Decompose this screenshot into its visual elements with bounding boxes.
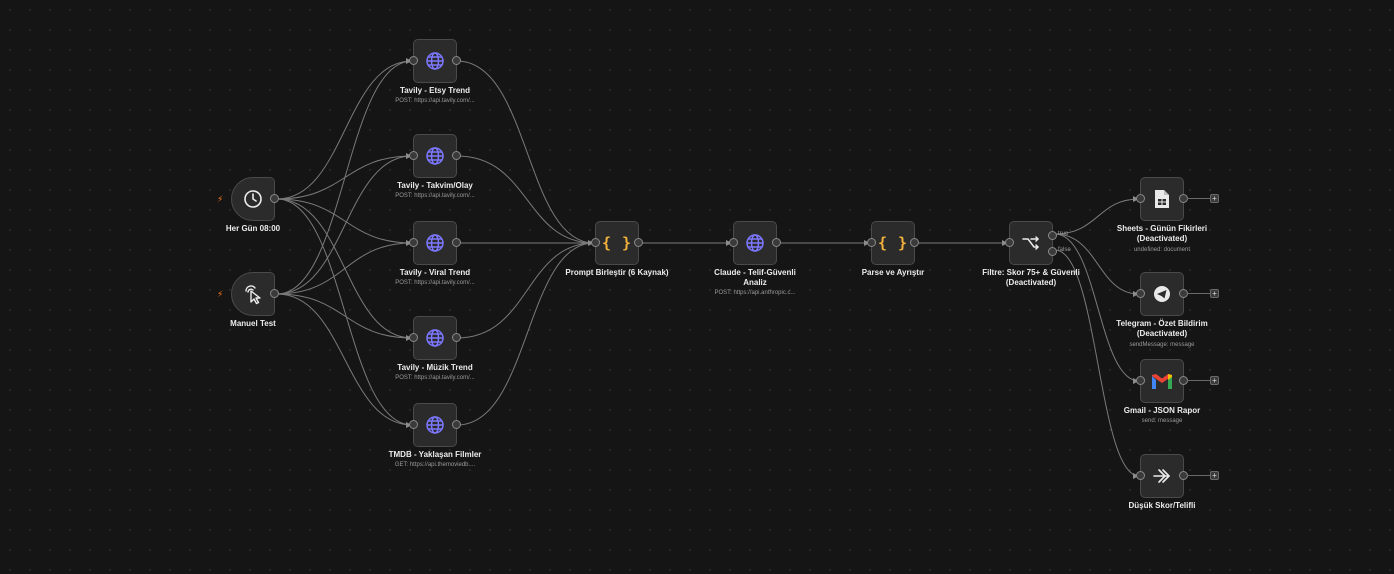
input-port[interactable] — [1136, 376, 1145, 385]
trigger-bolt-icon: ⚡ — [217, 194, 224, 204]
braces-icon: { } — [877, 234, 909, 252]
input-port[interactable] — [409, 333, 418, 342]
node-subtitle: POST: https://api.tavily.com/... — [395, 375, 475, 381]
add-node-button[interactable]: + — [1210, 194, 1219, 203]
braces-icon: { } — [601, 234, 633, 252]
output-label-true: true — [1058, 231, 1069, 237]
input-port[interactable] — [1136, 194, 1145, 203]
edge-manual-tmdb — [276, 293, 413, 426]
output-port[interactable] — [452, 420, 461, 429]
input-port[interactable] — [591, 238, 600, 247]
node-dusuk-skor[interactable] — [1136, 454, 1188, 498]
output-port[interactable] — [270, 289, 279, 298]
input-port[interactable] — [409, 238, 418, 247]
globe-icon — [425, 233, 445, 253]
sheets-icon — [1154, 189, 1170, 209]
node-label: Manuel Test — [230, 319, 276, 328]
node-label: Claude - Telif-Güvenli Analiz — [714, 268, 796, 287]
node-subtitle: sendMessage: message — [1129, 342, 1195, 348]
node-schedule-trigger[interactable] — [231, 177, 279, 221]
add-node-button[interactable]: + — [1210, 376, 1219, 385]
node-subtitle: POST: https://api.tavily.com/... — [395, 98, 475, 104]
node-manual-trigger[interactable] — [231, 272, 279, 316]
output-port[interactable] — [772, 238, 781, 247]
output-port[interactable] — [452, 333, 461, 342]
node-label: Filtre: Skor 75+ & Güvenli (Deactivated) — [982, 268, 1080, 287]
node-label: Gmail - JSON Rapor — [1123, 406, 1201, 415]
input-port[interactable] — [729, 238, 738, 247]
edge-schedule-etsy — [276, 60, 413, 200]
node-label: Her Gün 08:00 — [225, 224, 281, 233]
node-tavily-viral[interactable] — [409, 221, 461, 265]
add-connector-line — [1187, 293, 1210, 294]
globe-icon — [745, 233, 765, 253]
node-subtitle: POST: https://api.anthropic.c... — [714, 290, 796, 296]
globe-icon — [425, 146, 445, 166]
node-tavily-takvim[interactable] — [409, 134, 461, 178]
no-op-arrow-icon — [1152, 466, 1172, 486]
edge-muzik-prompt — [456, 242, 595, 339]
node-sheets[interactable] — [1136, 177, 1188, 221]
edge-true-gmail — [1054, 233, 1140, 382]
node-subtitle: POST: https://api.tavily.com/... — [395, 193, 475, 199]
input-port[interactable] — [409, 420, 418, 429]
gmail-icon — [1151, 373, 1173, 390]
node-claude[interactable] — [729, 221, 781, 265]
input-port[interactable] — [1005, 238, 1014, 247]
globe-icon — [425, 51, 445, 71]
node-gmail[interactable] — [1136, 359, 1188, 403]
node-parse[interactable]: { } — [867, 221, 919, 265]
node-label: Tavily - Etsy Trend — [399, 86, 471, 95]
node-prompt-birlestir[interactable]: { } — [591, 221, 643, 265]
node-label: Tavily - Takvim/Olay — [397, 181, 473, 190]
globe-icon — [425, 328, 445, 348]
node-label: TMDB - Yaklaşan Filmler — [388, 450, 482, 459]
cursor-click-icon — [242, 283, 264, 305]
node-subtitle: GET: https://api.themoviedb.... — [394, 462, 476, 468]
trigger-bolt-icon: ⚡ — [217, 289, 224, 299]
node-label: Sheets - Günün Fikirleri (Deactivated) — [1116, 224, 1208, 243]
node-label: Düşük Skor/Telifli — [1128, 501, 1196, 510]
edge-schedule-viral — [276, 198, 413, 244]
node-label: Tavily - Müzik Trend — [397, 363, 473, 372]
add-node-button[interactable]: + — [1210, 471, 1219, 480]
clock-icon — [243, 189, 263, 209]
add-node-button[interactable]: + — [1210, 289, 1219, 298]
output-port[interactable] — [452, 151, 461, 160]
add-connector-line — [1187, 380, 1210, 381]
output-port[interactable] — [270, 194, 279, 203]
input-port[interactable] — [867, 238, 876, 247]
input-port[interactable] — [409, 151, 418, 160]
node-filtre[interactable] — [1005, 221, 1057, 265]
edge-manual-muzik — [276, 293, 413, 339]
add-connector-line — [1187, 475, 1210, 476]
output-port-true[interactable] — [1048, 231, 1057, 240]
node-subtitle: undefined: document — [1133, 247, 1191, 253]
add-connector-line — [1187, 198, 1210, 199]
output-port[interactable] — [910, 238, 919, 247]
node-label: Prompt Birleştir (6 Kaynak) — [565, 268, 669, 277]
node-label: Parse ve Ayrıştır — [861, 268, 925, 277]
telegram-icon — [1152, 284, 1172, 304]
output-port[interactable] — [634, 238, 643, 247]
output-port[interactable] — [452, 238, 461, 247]
node-telegram[interactable] — [1136, 272, 1188, 316]
node-tavily-muzik[interactable] — [409, 316, 461, 360]
connection-lines — [276, 58, 1140, 479]
output-port[interactable] — [452, 56, 461, 65]
node-subtitle: send: message — [1141, 418, 1183, 424]
output-label-false: false — [1058, 247, 1071, 253]
globe-icon — [425, 415, 445, 435]
input-port[interactable] — [1136, 471, 1145, 480]
branch-icon — [1021, 233, 1041, 253]
node-tmdb[interactable] — [409, 403, 461, 447]
input-port[interactable] — [409, 56, 418, 65]
node-label: Telegram - Özet Bildirim (Deactivated) — [1116, 319, 1208, 338]
input-port[interactable] — [1136, 289, 1145, 298]
output-port-false[interactable] — [1048, 247, 1057, 256]
node-subtitle: POST: https://api.tavily.com/... — [395, 280, 475, 286]
node-tavily-etsy[interactable] — [409, 39, 461, 83]
node-label: Tavily - Viral Trend — [399, 268, 471, 277]
